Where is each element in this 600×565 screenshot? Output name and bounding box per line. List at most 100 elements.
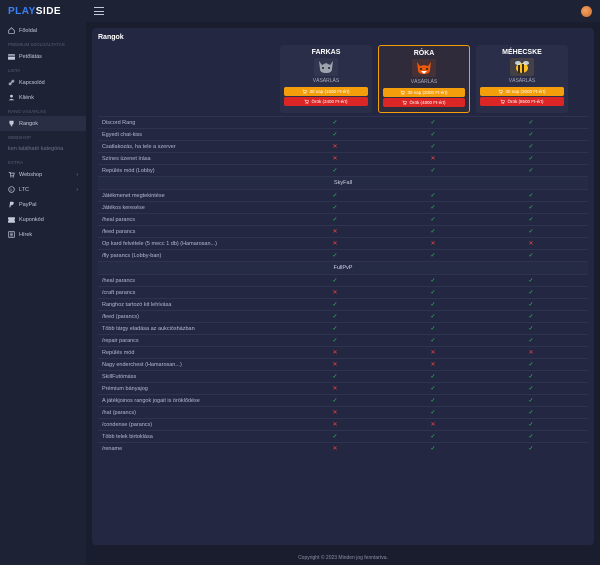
feature-cell: ✓ bbox=[286, 373, 384, 380]
feature-cell: ✓ bbox=[384, 313, 482, 320]
nav-ranks[interactable]: Rangok bbox=[0, 116, 86, 131]
feature-row: /feed (parancs)✓✓✓ bbox=[98, 310, 588, 322]
rank-card-róka: RÓKAVÁSÁRLÁS30 nap (2000 Ft-ért)Örök (48… bbox=[378, 45, 470, 113]
feature-cell: ✕ bbox=[286, 289, 384, 296]
home-icon bbox=[8, 27, 15, 34]
nav-ltc[interactable]: ŁLTC› bbox=[0, 182, 86, 197]
rank-image bbox=[314, 58, 338, 76]
feature-cell: ✓ bbox=[286, 192, 384, 199]
feature-cell: ✓ bbox=[286, 204, 384, 211]
feature-cell: ✓ bbox=[482, 119, 580, 126]
footer: Copyright © 2023 Minden jog fenntartva. bbox=[86, 551, 600, 565]
feature-row: Több tárgy eladása az aukciósházban✓✓✓ bbox=[98, 322, 588, 334]
feature-row: Nagy enderchest (Hamarosan...)✕✕✓ bbox=[98, 358, 588, 370]
nav-section: RANG VÁSÁRLÁS bbox=[0, 105, 86, 116]
feature-cell: ✕ bbox=[384, 421, 482, 428]
feature-cell: ✓ bbox=[286, 301, 384, 308]
feature-row: /craft parancs✕✓✓ bbox=[98, 286, 588, 298]
nav-coupon[interactable]: Kuponkód bbox=[0, 212, 86, 227]
feature-cell: ✕ bbox=[286, 349, 384, 356]
feature-cell: ✓ bbox=[482, 143, 580, 150]
feature-cell: ✓ bbox=[286, 131, 384, 138]
feature-label: Csatlakozás, ha tele a szerver bbox=[98, 144, 286, 150]
feature-row: Discord Rang✓✓✓ bbox=[98, 116, 588, 128]
buy-perm-button[interactable]: Örök (4800 Ft-ért) bbox=[383, 98, 465, 107]
ticket-icon bbox=[8, 216, 15, 223]
feature-row: Játékos keresése✓✓✓ bbox=[98, 201, 588, 213]
feature-cell: ✓ bbox=[482, 325, 580, 332]
feature-label: Egyedi chat-kiss bbox=[98, 132, 286, 138]
nav-webshop[interactable]: Webshop› bbox=[0, 167, 86, 182]
nav-section: EXTRA bbox=[0, 156, 86, 167]
buy-30d-button[interactable]: 30 nap (2000 Ft-ért) bbox=[383, 88, 465, 97]
feature-row: /heal parancs✓✓✓ bbox=[98, 213, 588, 225]
feature-row: Több telek birtoklása✓✓✓ bbox=[98, 430, 588, 442]
feature-cell: ✕ bbox=[286, 421, 384, 428]
feature-cell: ✓ bbox=[384, 204, 482, 211]
logo: PLAYSIDE bbox=[0, 0, 86, 23]
user-avatar[interactable] bbox=[581, 6, 592, 17]
feature-row: Csatlakozás, ha tele a szerver✕✓✓ bbox=[98, 140, 588, 152]
nav-paypal[interactable]: PayPal bbox=[0, 197, 86, 212]
feature-cell: ✓ bbox=[482, 421, 580, 428]
nav-news[interactable]: Hírek bbox=[0, 227, 86, 242]
feature-row: Prémium bányajog✕✓✓ bbox=[98, 382, 588, 394]
nav-label: ken található kategória bbox=[8, 146, 63, 152]
feature-cell: ✓ bbox=[384, 301, 482, 308]
feature-cell: ✕ bbox=[384, 361, 482, 368]
feature-cell: ✓ bbox=[384, 131, 482, 138]
feature-cell: ✓ bbox=[482, 216, 580, 223]
feature-cell: ✕ bbox=[286, 445, 384, 452]
feature-label: /hat (parancs) bbox=[98, 410, 286, 416]
feature-cell: ✓ bbox=[286, 216, 384, 223]
feature-cell: ✓ bbox=[482, 192, 580, 199]
nav-label: Kliénk bbox=[19, 95, 34, 101]
users-icon bbox=[8, 94, 15, 101]
feature-row: Játékmenet megtekintése✓✓✓ bbox=[98, 189, 588, 201]
nav-home[interactable]: Főoldal bbox=[0, 23, 86, 38]
rank-name: FARKAS bbox=[284, 49, 368, 56]
feature-label: Színes üzenet írása bbox=[98, 156, 286, 162]
feature-label: /feed parancs bbox=[98, 229, 286, 235]
feature-cell: ✕ bbox=[286, 228, 384, 235]
buy-perm-button[interactable]: Örök (3400 Ft-ért) bbox=[284, 97, 368, 106]
nav-label: Főoldal bbox=[19, 28, 37, 34]
nav-connect[interactable]: Kapcsolód bbox=[0, 75, 86, 90]
nav-premium[interactable]: Petőlátás bbox=[0, 49, 86, 64]
feature-cell: ✓ bbox=[286, 325, 384, 332]
feature-label: Repülés mód bbox=[98, 350, 286, 356]
feature-cell: ✓ bbox=[384, 337, 482, 344]
feature-cell: ✓ bbox=[286, 252, 384, 259]
buy-30d-button[interactable]: 30 nap (3000 Ft-ért) bbox=[480, 87, 564, 96]
feature-cell: ✓ bbox=[482, 373, 580, 380]
feature-cell: ✓ bbox=[482, 361, 580, 368]
feature-cell: ✓ bbox=[482, 313, 580, 320]
feature-row: Op kard felvétele (5 mecc 1 db) (Hamaros… bbox=[98, 237, 588, 249]
feature-row: /condense (parancs)✕✕✓ bbox=[98, 418, 588, 430]
chevron-right-icon: › bbox=[76, 172, 78, 178]
buy-perm-button[interactable]: Örök (8500 Ft-ért) bbox=[480, 97, 564, 106]
feature-row: /heal parancs✓✓✓ bbox=[98, 274, 588, 286]
menu-toggle[interactable] bbox=[94, 7, 104, 15]
feature-row: Egyedi chat-kiss✓✓✓ bbox=[98, 128, 588, 140]
feature-cell: ✓ bbox=[384, 433, 482, 440]
rank-card-méhecske: MÉHECSKEVÁSÁRLÁS30 nap (3000 Ft-ért)Örök… bbox=[476, 45, 568, 113]
nav-client[interactable]: Kliénk bbox=[0, 90, 86, 105]
topbar bbox=[86, 0, 600, 22]
nav-label: PayPal bbox=[19, 202, 36, 208]
feature-cell: ✓ bbox=[286, 167, 384, 174]
nav-label: Rangok bbox=[19, 121, 38, 127]
rank-card-farkas: FARKASVÁSÁRLÁS30 nap (1500 Ft-ért)Örök (… bbox=[280, 45, 372, 113]
feature-label: /rename bbox=[98, 446, 286, 452]
feature-cell: ✓ bbox=[286, 277, 384, 284]
nav-noshop: ken található kategória bbox=[0, 142, 86, 156]
feature-cell: ✓ bbox=[482, 289, 580, 296]
paypal-icon bbox=[8, 201, 15, 208]
buy-30d-button[interactable]: 30 nap (1500 Ft-ért) bbox=[284, 87, 368, 96]
feature-cell: ✓ bbox=[482, 409, 580, 416]
feature-cell: ✓ bbox=[286, 337, 384, 344]
feature-cell: ✓ bbox=[482, 445, 580, 452]
rank-name: RÓKA bbox=[383, 50, 465, 57]
news-icon bbox=[8, 231, 15, 238]
feature-cell: ✕ bbox=[384, 240, 482, 247]
